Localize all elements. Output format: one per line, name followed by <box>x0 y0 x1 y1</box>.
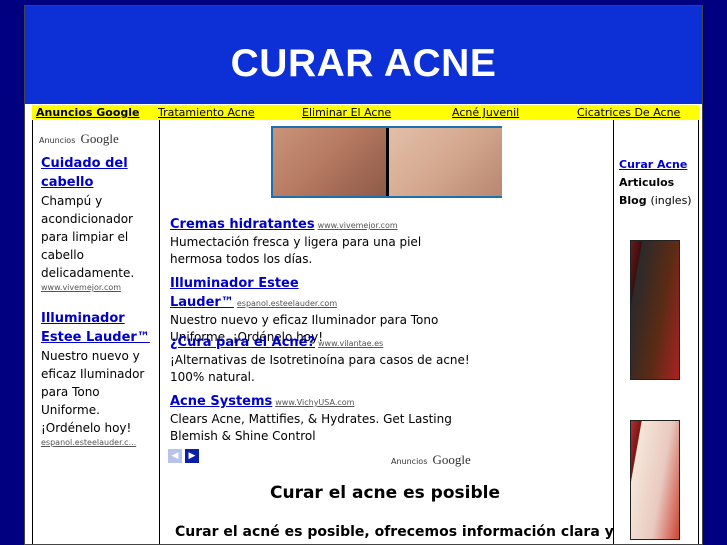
left-ad-2: Illuminador Estee Lauder™ Nuestro nuevo … <box>41 309 153 449</box>
ad-description: Champú y acondicionador para limpiar el … <box>41 194 135 280</box>
blog-label: Blog (ingles) <box>619 194 692 207</box>
ad-description: Clears Acne, Mattifies, & Hydrates. Get … <box>170 412 452 443</box>
left-sidebar: Anuncios Google Cuidado del cabello Cham… <box>32 120 160 544</box>
curar-acne-link[interactable]: Curar Acne <box>619 156 692 174</box>
nav-bar: Anuncios Google Tratamiento Acne Elimina… <box>32 105 699 120</box>
google-ads-label[interactable]: Anuncios Google <box>39 128 119 147</box>
nav-link-eliminar-el-acne[interactable]: Eliminar El Acne <box>302 105 391 120</box>
ad-title-link[interactable]: Illuminador Estee Lauder™ <box>41 309 153 347</box>
ads-next-arrow-icon[interactable]: ▶ <box>185 449 199 463</box>
nav-link-cicatrices-de-acne[interactable]: Cicatrices De Acne <box>577 105 680 120</box>
ad-description: Nuestro nuevo y eficaz Iluminador para T… <box>41 349 145 435</box>
nav-link-acne-juvenil[interactable]: Acné Juvenil <box>452 105 519 120</box>
ad-description: Humectación fresca y ligera para una pie… <box>170 235 422 266</box>
after-photo <box>389 128 502 196</box>
content-title: Curar el acne es posible <box>270 483 500 503</box>
ad-url[interactable]: www.vivemejor.com <box>41 282 153 294</box>
ad-title-link[interactable]: ¿Cura para el Acné? <box>170 335 315 350</box>
ad-url[interactable]: www.VichyUSA.com <box>275 398 354 407</box>
ad-url[interactable]: www.vilantae.es <box>318 339 383 348</box>
ad-title-link[interactable]: Acne Systems <box>170 394 272 409</box>
ad-title-link[interactable]: Cremas hidratantes <box>170 217 315 232</box>
before-photo <box>273 128 386 196</box>
ebook-cover-image[interactable] <box>630 240 680 380</box>
page-frame: CURAR ACNE Anuncios Google Tratamiento A… <box>24 5 703 545</box>
center-ad-1: Cremas hidratantes www.vivemejor.com Hume… <box>170 213 470 268</box>
google-ads-label[interactable]: Anuncios Google <box>391 449 471 468</box>
site-title: CURAR ACNE <box>230 42 497 85</box>
ad-url[interactable]: www.vivemejor.com <box>318 221 398 230</box>
left-ad-1: Cuidado del cabello Champú y acondiciona… <box>41 154 153 294</box>
site-header: CURAR ACNE <box>25 6 702 104</box>
ad-title-link[interactable]: Cuidado del cabello <box>41 154 153 192</box>
right-sidebar: Curar Acne Articulos Blog (ingles) <box>613 120 699 544</box>
center-ad-3: ¿Cura para el Acné? www.vilantae.es ¡Alte… <box>170 331 470 386</box>
before-after-photos <box>271 126 502 198</box>
articulos-label: Articulos <box>619 176 675 189</box>
center-ad-4: Acne Systems www.VichyUSA.com Clears Acne… <box>170 390 470 445</box>
ebook-cover-image[interactable] <box>630 420 680 540</box>
ad-url[interactable]: espanol.esteelauder.c... <box>41 437 153 449</box>
ads-prev-arrow-icon[interactable]: ◀ <box>168 449 182 463</box>
content-intro: Curar el acné es posible, ofrecemos info… <box>175 524 614 540</box>
nav-link-tratamiento-acne[interactable]: Tratamiento Acne <box>158 105 255 120</box>
right-links: Curar Acne Articulos Blog (ingles) <box>619 156 692 210</box>
ad-url[interactable]: espanol.esteelauder.com <box>237 299 337 308</box>
nav-google-ads-link[interactable]: Anuncios Google <box>36 105 139 120</box>
ad-description: ¡Alternativas de Isotretinoína para caso… <box>170 353 470 384</box>
